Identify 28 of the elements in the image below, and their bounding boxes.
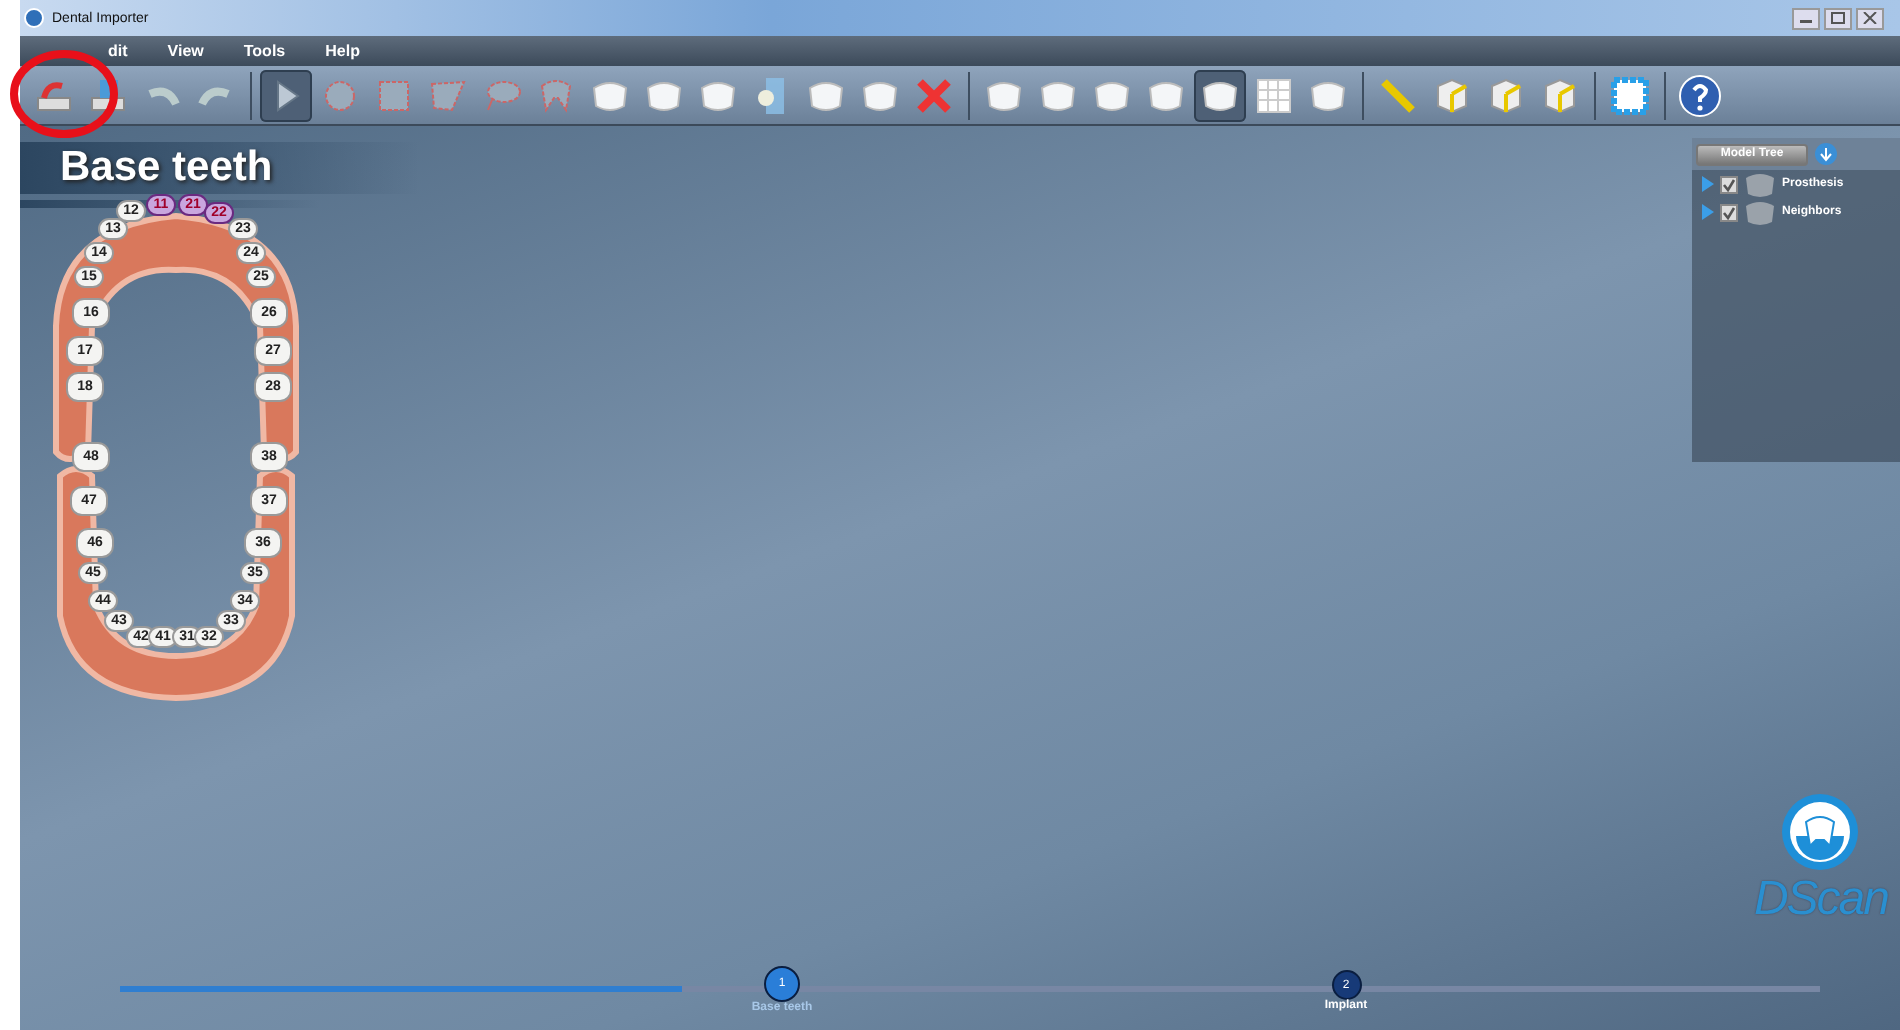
menu-item[interactable]: Help (305, 42, 380, 60)
app-icon (24, 8, 44, 28)
maximize-icon (1830, 12, 1846, 24)
expand-icon[interactable] (1700, 204, 1714, 220)
maximize-button[interactable] (1824, 7, 1852, 29)
tool-button[interactable] (1194, 69, 1246, 121)
help-button[interactable] (1674, 69, 1726, 121)
tool-button[interactable] (260, 69, 312, 121)
frame-icon (1608, 73, 1652, 117)
checkbox[interactable] (1720, 175, 1738, 193)
close-icon (1862, 12, 1878, 24)
menu-item[interactable]: Tools (223, 42, 306, 60)
delete-icon (912, 73, 956, 117)
tooth-icon (1744, 171, 1776, 197)
checkbox[interactable] (1720, 203, 1738, 221)
minimize-button[interactable] (1792, 7, 1820, 29)
tooth-logo-icon (1780, 792, 1861, 872)
menu-item[interactable]: dit (88, 42, 148, 60)
expand-icon[interactable] (1700, 176, 1714, 192)
menu-item[interactable]: View (147, 42, 224, 60)
help-icon (1678, 73, 1722, 117)
download-icon[interactable] (1814, 142, 1838, 166)
step-heading: Base teeth (60, 144, 273, 192)
close-button[interactable] (1856, 7, 1884, 29)
tooth-icon (1744, 199, 1776, 225)
ruler-icon (1376, 73, 1420, 117)
grid-icon (1252, 73, 1296, 117)
logo-text: DScan (1753, 872, 1888, 928)
